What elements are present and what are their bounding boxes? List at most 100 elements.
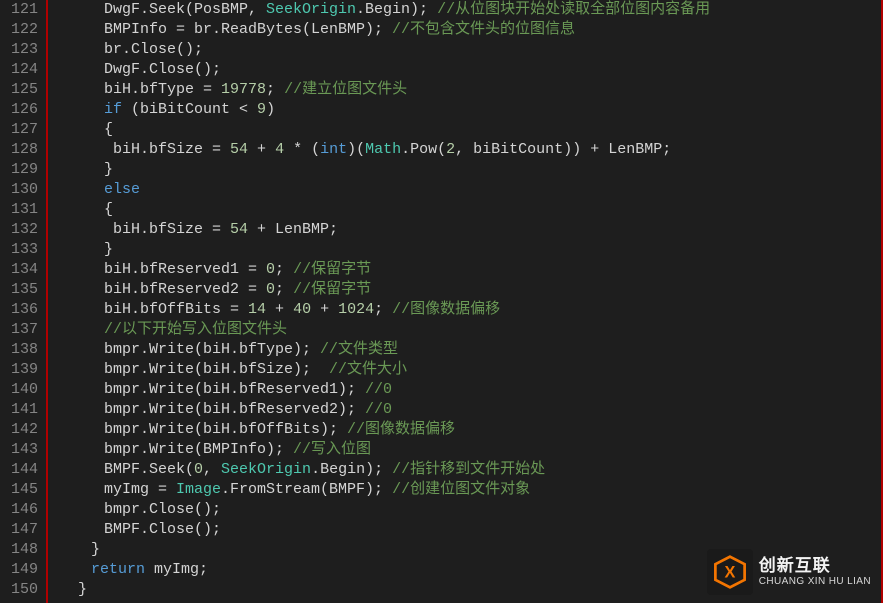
line-number: 139 <box>0 360 46 380</box>
code-token: .FromStream(BMPF); <box>221 481 392 498</box>
line-number-gutter: 1211221231241251261271281291301311321331… <box>0 0 48 603</box>
code-token: 1024 <box>338 301 374 318</box>
code-line[interactable]: biH.bfSize = 54 + LenBMP; <box>52 220 881 240</box>
code-token: //图像数据偏移 <box>347 421 455 438</box>
code-token: bmpr.Write(biH.bfReserved2); <box>104 401 365 418</box>
code-line[interactable]: biH.bfReserved2 = 0; //保留字节 <box>52 280 881 300</box>
code-token: biH.bfSize = <box>104 141 230 158</box>
line-number: 141 <box>0 400 46 420</box>
code-token: br.Close(); <box>104 41 203 58</box>
code-token: //不包含文件头的位图信息 <box>392 21 575 38</box>
code-line[interactable]: } <box>52 240 881 260</box>
code-line[interactable]: BMPInfo = br.ReadBytes(LenBMP); //不包含文件头… <box>52 20 881 40</box>
code-line[interactable]: DwgF.Close(); <box>52 60 881 80</box>
code-token: biH.bfReserved1 = <box>104 261 266 278</box>
code-line[interactable]: else <box>52 180 881 200</box>
code-line[interactable]: bmpr.Write(biH.bfReserved2); //0 <box>52 400 881 420</box>
code-token: BMPF.Close(); <box>104 521 221 538</box>
code-line[interactable]: biH.bfSize = 54 + 4 * (int)(Math.Pow(2, … <box>52 140 881 160</box>
code-line[interactable]: } <box>52 160 881 180</box>
line-number: 131 <box>0 200 46 220</box>
code-line[interactable]: myImg = Image.FromStream(BMPF); //创建位图文件… <box>52 480 881 500</box>
code-token: //保留字节 <box>293 261 371 278</box>
line-number: 128 <box>0 140 46 160</box>
line-number: 136 <box>0 300 46 320</box>
code-token: .Begin); <box>311 461 392 478</box>
code-token: bmpr.Write(biH.bfReserved1); <box>104 381 365 398</box>
line-number: 144 <box>0 460 46 480</box>
line-number: 129 <box>0 160 46 180</box>
code-token: //保留字节 <box>293 281 371 298</box>
code-token: } <box>91 541 100 558</box>
code-token: bmpr.Close(); <box>104 501 221 518</box>
line-number: 150 <box>0 580 46 600</box>
code-token: ; <box>374 301 392 318</box>
code-line[interactable]: biH.bfReserved1 = 0; //保留字节 <box>52 260 881 280</box>
code-token: //指针移到文件开始处 <box>392 461 545 478</box>
code-line[interactable]: if (biBitCount < 9) <box>52 100 881 120</box>
code-line[interactable]: BMPF.Close(); <box>52 520 881 540</box>
code-line[interactable]: } <box>52 540 881 560</box>
code-token: //以下开始写入位图文件头 <box>104 321 287 338</box>
code-token: DwgF.Seek(PosBMP, <box>104 1 266 18</box>
code-token: bmpr.Write(biH.bfSize); <box>104 361 329 378</box>
code-token: + <box>311 301 338 318</box>
code-token: Image <box>176 481 221 498</box>
code-line[interactable]: biH.bfOffBits = 14 + 40 + 1024; //图像数据偏移 <box>52 300 881 320</box>
code-token: } <box>104 161 113 178</box>
code-token: return <box>91 561 145 578</box>
code-token: //0 <box>365 381 392 398</box>
code-token: //文件大小 <box>329 361 407 378</box>
code-token: 40 <box>293 301 311 318</box>
code-line[interactable]: { <box>52 200 881 220</box>
code-editor: 1211221231241251261271281291301311321331… <box>0 0 883 603</box>
code-token: if <box>104 101 122 118</box>
line-number: 121 <box>0 0 46 20</box>
code-token: biH.bfType = <box>104 81 221 98</box>
code-token: DwgF.Close(); <box>104 61 221 78</box>
code-line[interactable]: } <box>52 580 881 600</box>
line-number: 138 <box>0 340 46 360</box>
line-number: 134 <box>0 260 46 280</box>
code-token: 0 <box>194 461 203 478</box>
code-token: .Begin); <box>356 1 437 18</box>
code-token: //创建位图文件对象 <box>392 481 530 498</box>
code-token: { <box>104 201 113 218</box>
code-line[interactable]: DwgF.Seek(PosBMP, SeekOrigin.Begin); //从… <box>52 0 881 20</box>
code-token: , <box>203 461 221 478</box>
code-token: bmpr.Write(biH.bfOffBits); <box>104 421 347 438</box>
code-line[interactable]: bmpr.Write(biH.bfSize); //文件大小 <box>52 360 881 380</box>
code-token: 0 <box>266 281 275 298</box>
code-token: , biBitCount)) + LenBMP; <box>455 141 671 158</box>
code-line[interactable]: BMPF.Seek(0, SeekOrigin.Begin); //指针移到文件… <box>52 460 881 480</box>
code-line[interactable]: biH.bfType = 19778; //建立位图文件头 <box>52 80 881 100</box>
code-token: 4 <box>275 141 284 158</box>
line-number: 123 <box>0 40 46 60</box>
code-line[interactable]: //以下开始写入位图文件头 <box>52 320 881 340</box>
code-area[interactable]: DwgF.Seek(PosBMP, SeekOrigin.Begin); //从… <box>48 0 883 603</box>
code-token: + <box>266 301 293 318</box>
code-token: { <box>104 121 113 138</box>
code-token: bmpr.Write(biH.bfType); <box>104 341 320 358</box>
code-token: //图像数据偏移 <box>392 301 500 318</box>
code-token: biH.bfReserved2 = <box>104 281 266 298</box>
code-token: + LenBMP; <box>248 221 338 238</box>
code-line[interactable]: bmpr.Write(biH.bfOffBits); //图像数据偏移 <box>52 420 881 440</box>
code-line[interactable]: bmpr.Write(BMPInfo); //写入位图 <box>52 440 881 460</box>
code-line[interactable]: { <box>52 120 881 140</box>
code-token: BMPInfo = br.ReadBytes(LenBMP); <box>104 21 392 38</box>
code-line[interactable]: return myImg; <box>52 560 881 580</box>
code-token: 0 <box>266 261 275 278</box>
code-token: 19778 <box>221 81 266 98</box>
line-number: 130 <box>0 180 46 200</box>
code-line[interactable]: br.Close(); <box>52 40 881 60</box>
code-token: else <box>104 181 140 198</box>
code-token: biH.bfSize = <box>104 221 230 238</box>
code-line[interactable]: bmpr.Write(biH.bfReserved1); //0 <box>52 380 881 400</box>
code-line[interactable]: bmpr.Write(biH.bfType); //文件类型 <box>52 340 881 360</box>
code-token: + <box>248 141 275 158</box>
code-token: int <box>320 141 347 158</box>
code-line[interactable]: bmpr.Close(); <box>52 500 881 520</box>
code-token: myImg = <box>104 481 176 498</box>
code-token: SeekOrigin <box>266 1 356 18</box>
